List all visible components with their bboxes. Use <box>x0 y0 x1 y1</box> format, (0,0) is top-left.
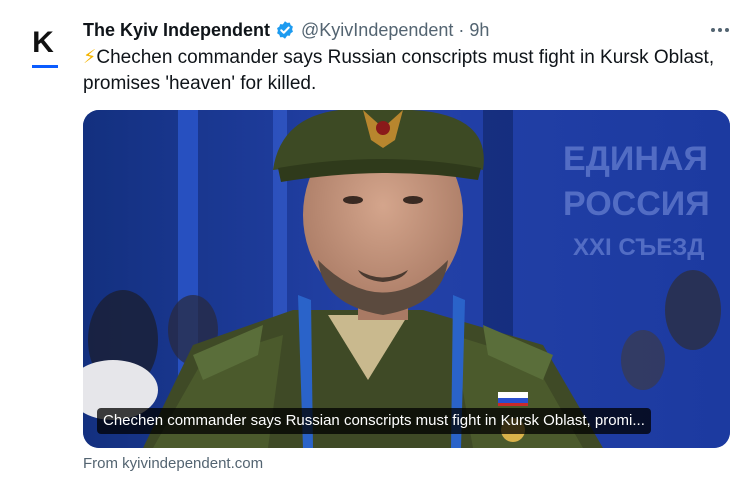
tweet-body: Chechen commander says Russian conscript… <box>83 47 715 94</box>
avatar[interactable]: K <box>18 18 68 68</box>
avatar-letter: K <box>32 26 54 59</box>
separator-dot: · <box>458 19 465 40</box>
more-icon[interactable] <box>708 18 732 42</box>
timestamp[interactable]: 9h <box>469 20 489 41</box>
tweet[interactable]: K The Kyiv Independent @KyivIndependent … <box>0 0 747 485</box>
lightning-emoji: ⚡ <box>83 47 97 68</box>
avatar-underline <box>32 65 58 68</box>
author-name[interactable]: The Kyiv Independent <box>83 20 270 41</box>
author-handle[interactable]: @KyivIndependent <box>301 20 453 41</box>
tweet-text: ⚡Chechen commander says Russian conscrip… <box>83 45 723 97</box>
backdrop-line-2: РОССИЯ <box>563 185 710 223</box>
tweet-header: The Kyiv Independent @KyivIndependent · … <box>83 18 489 42</box>
link-card[interactable]: ЕДИНАЯ РОССИЯ XXI СЪЕЗД Chechen commande… <box>83 110 730 448</box>
verified-badge-icon <box>275 20 295 40</box>
backdrop-line-3: XXI СЪЕЗД <box>573 234 704 261</box>
card-photo: ЕДИНАЯ РОССИЯ XXI СЪЕЗД <box>83 110 730 448</box>
backdrop-text: ЕДИНАЯ РОССИЯ XXI СЪЕЗД <box>563 140 710 261</box>
backdrop-line-1: ЕДИНАЯ <box>563 140 708 178</box>
card-source[interactable]: From kyivindependent.com <box>83 455 263 472</box>
card-caption[interactable]: Chechen commander says Russian conscript… <box>97 408 651 434</box>
